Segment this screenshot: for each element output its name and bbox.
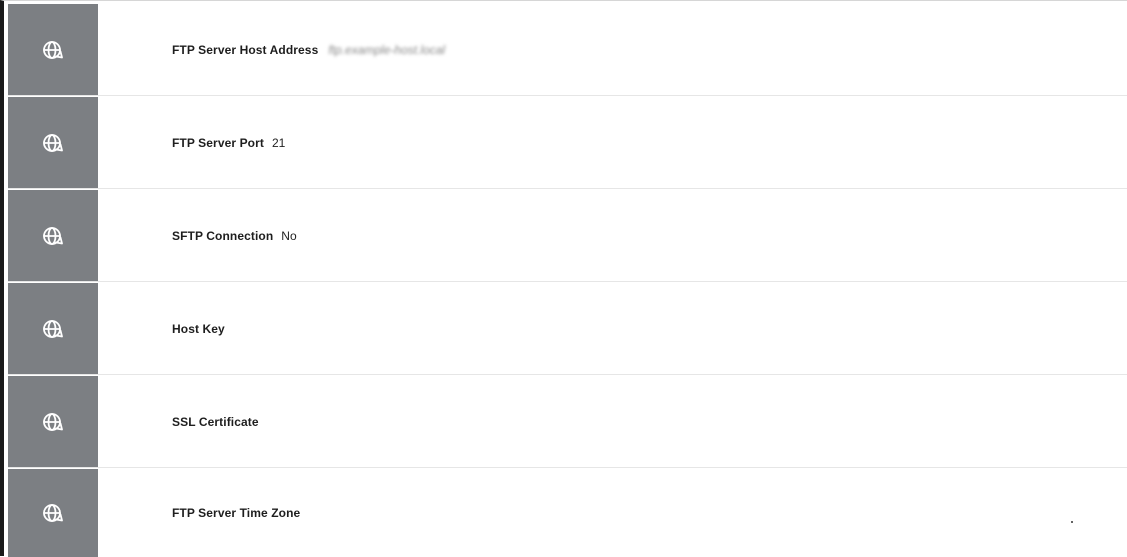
setting-label: SSL Certificate <box>172 414 259 429</box>
settings-row-sftp-connection[interactable]: SFTP Connection No <box>8 190 1127 282</box>
ftp-settings-panel: FTP Server Host Address ftp.example-host… <box>0 0 1127 557</box>
row-icon-tile <box>8 376 98 467</box>
setting-value: 21 <box>271 135 286 150</box>
sync-globe-icon <box>40 223 66 249</box>
row-icon-tile <box>8 283 98 374</box>
settings-row-ftp-host-address[interactable]: FTP Server Host Address ftp.example-host… <box>8 4 1127 96</box>
settings-row-host-key[interactable]: Host Key <box>8 283 1127 375</box>
settings-row-ftp-port[interactable]: FTP Server Port 21 <box>8 97 1127 189</box>
sync-globe-icon <box>40 37 66 63</box>
row-text: FTP Server Port 21 <box>172 136 285 150</box>
sync-globe-icon <box>40 409 66 435</box>
sync-globe-icon <box>40 316 66 342</box>
row-icon-tile <box>8 97 98 188</box>
row-icon-tile <box>8 190 98 281</box>
setting-label: Host Key <box>172 321 225 336</box>
sync-globe-icon <box>40 130 66 156</box>
stray-dot <box>1071 521 1073 523</box>
setting-label: FTP Server Time Zone <box>172 506 301 520</box>
sync-globe-icon <box>40 500 66 526</box>
row-icon-tile <box>8 4 98 95</box>
setting-label: FTP Server Host Address <box>172 42 319 57</box>
setting-value: No <box>281 228 297 243</box>
row-icon-tile <box>8 469 98 557</box>
setting-label: SFTP Connection <box>172 228 274 243</box>
settings-row-ftp-time-zone[interactable]: FTP Server Time Zone <box>8 469 1127 557</box>
setting-value-obscured: ftp.example-host.local <box>328 42 446 57</box>
row-text: Host Key <box>172 322 233 336</box>
setting-label: FTP Server Port <box>172 135 264 150</box>
row-text: FTP Server Host Address ftp.example-host… <box>172 43 445 57</box>
settings-row-ssl-certificate[interactable]: SSL Certificate <box>8 376 1127 468</box>
row-text: FTP Server Time Zone <box>172 506 308 520</box>
row-text: SSL Certificate <box>172 415 267 429</box>
row-text: SFTP Connection No <box>172 229 297 243</box>
